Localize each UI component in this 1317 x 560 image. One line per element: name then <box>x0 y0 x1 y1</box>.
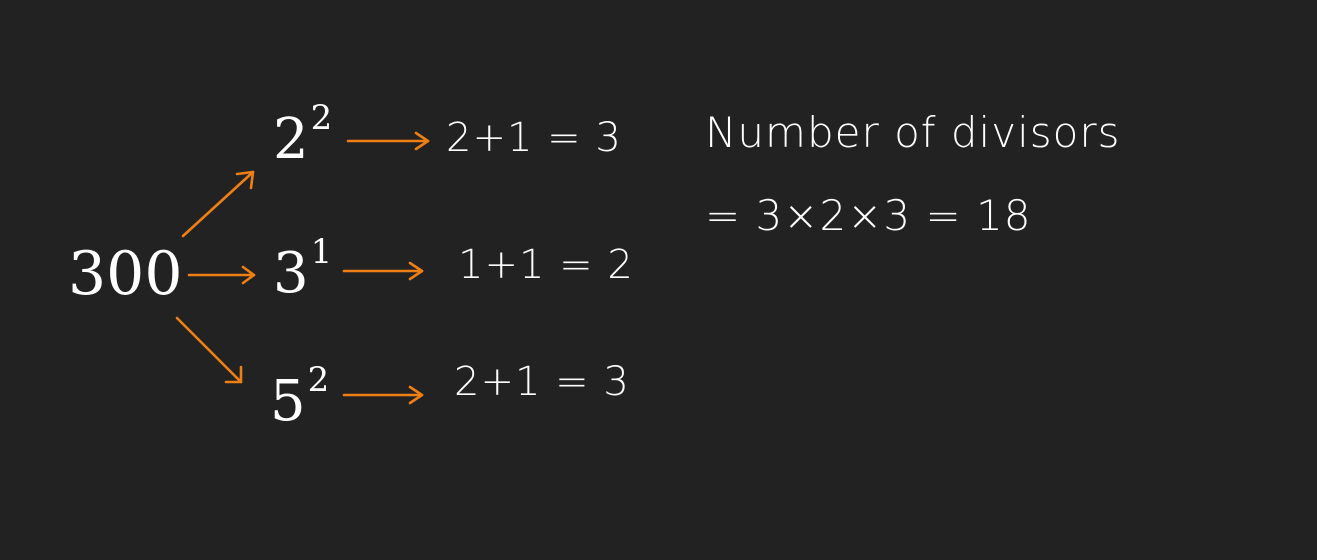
arrow-2-to-count <box>346 131 430 151</box>
arrow-root-to-5 <box>175 316 243 384</box>
factor-base: 3 <box>273 241 309 306</box>
factor-2: 22 <box>273 101 332 168</box>
divisor-count-3: 1+1 = 2 <box>458 242 634 288</box>
arrow-3-to-count <box>342 261 424 281</box>
arrow-root-to-3 <box>187 265 256 285</box>
arrows-layer <box>175 131 430 405</box>
root-number: 300 <box>68 239 183 309</box>
factor-exponent: 2 <box>310 98 333 139</box>
factor-base: 5 <box>270 369 306 434</box>
divisor-count-5: 2+1 = 3 <box>454 359 630 405</box>
arrow-5-to-count <box>342 385 424 405</box>
factorization-diagram: 300 22 31 52 2+1 = 3 1+1 = 2 2+1 = 3 Num… <box>0 0 1317 560</box>
arrow-root-to-2 <box>181 170 255 238</box>
factor-exponent: 1 <box>310 232 333 273</box>
factor-5: 52 <box>270 363 329 430</box>
divisor-count-2: 2+1 = 3 <box>446 115 622 161</box>
divisor-count-result: = 3×2×3 = 18 <box>705 191 1032 240</box>
factor-base: 2 <box>273 107 309 172</box>
divisor-count-title: Number of divisors <box>705 108 1121 157</box>
factor-exponent: 2 <box>307 360 330 401</box>
factor-3: 31 <box>273 235 332 302</box>
